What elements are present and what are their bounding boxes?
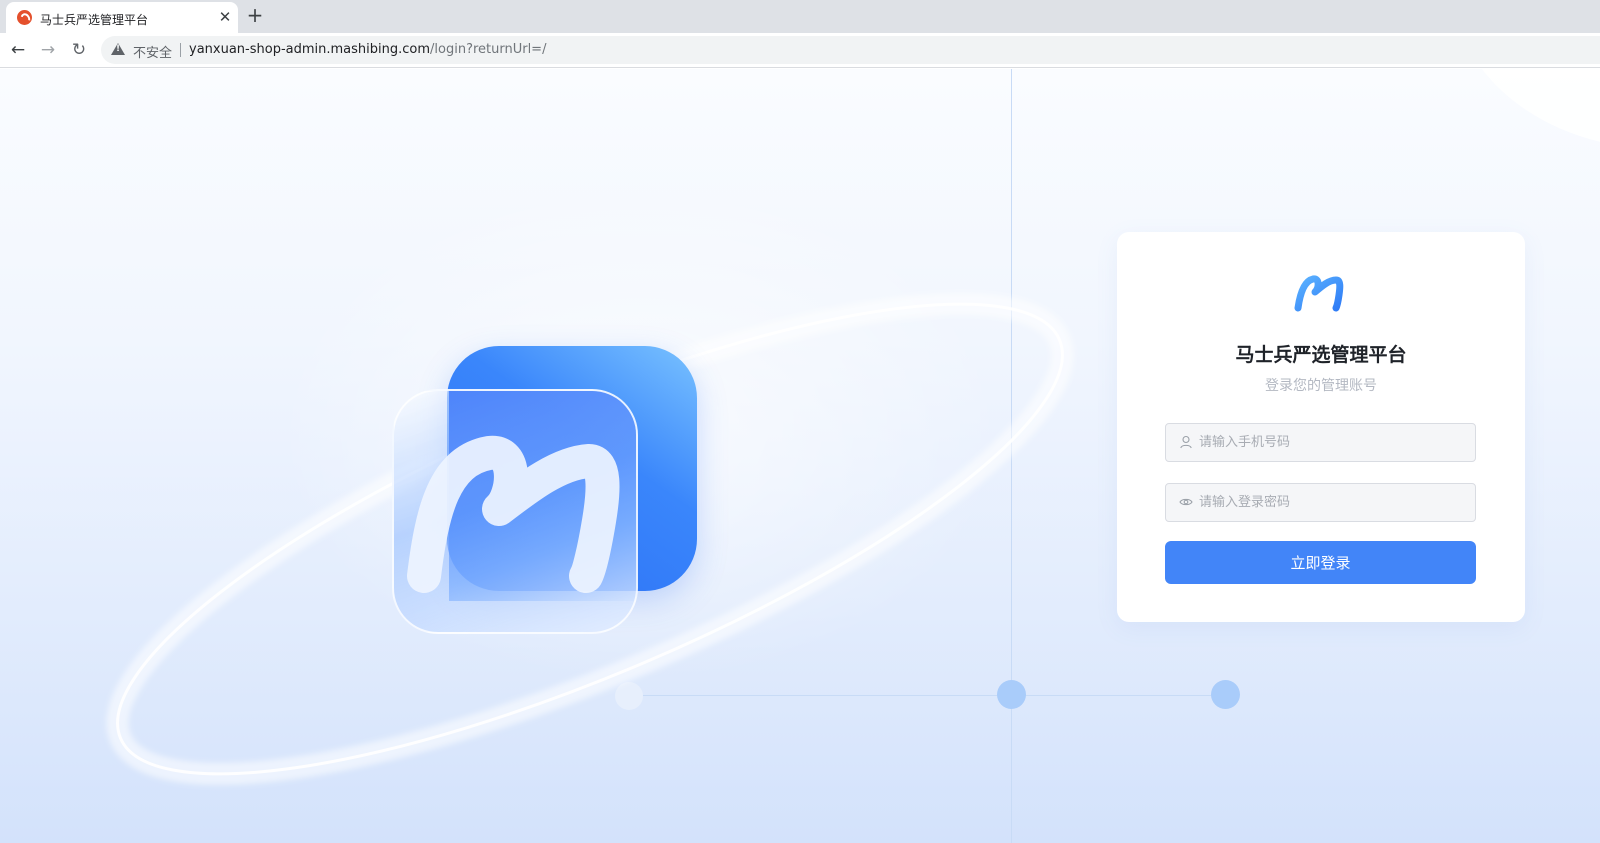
user-icon <box>1180 435 1192 449</box>
tab-title: 马士兵严选管理平台 <box>40 13 149 27</box>
login-title: 马士兵严选管理平台 <box>1235 344 1407 366</box>
reload-button[interactable]: ↻ <box>68 39 90 61</box>
url-host: yanxuan-shop-admin.mashibing.com <box>189 42 431 57</box>
phone-field[interactable] <box>1165 423 1476 462</box>
favicon-icon <box>17 10 32 25</box>
url-path: /login?returnUrl=/ <box>430 42 547 57</box>
new-tab-button[interactable]: + <box>245 5 265 25</box>
forward-button[interactable]: → <box>37 39 59 61</box>
login-subtitle: 登录您的管理账号 <box>1265 378 1377 394</box>
security-status[interactable]: 不安全 <box>133 42 172 61</box>
eye-icon <box>1179 498 1193 506</box>
login-button[interactable]: 立即登录 <box>1165 541 1476 584</box>
m-logo-icon <box>1294 275 1344 312</box>
password-field[interactable] <box>1165 483 1476 522</box>
phone-input[interactable] <box>1199 424 1469 461</box>
login-card: 马士兵严选管理平台 登录您的管理账号 立即登录 <box>1117 232 1525 622</box>
close-tab-icon[interactable]: ✕ <box>216 8 234 26</box>
back-button[interactable]: ← <box>7 39 29 61</box>
address-bar[interactable]: 不安全 yanxuan-shop-admin.mashibing.com/log… <box>101 36 1600 64</box>
url-text[interactable]: yanxuan-shop-admin.mashibing.com/login?r… <box>189 42 546 57</box>
password-input[interactable] <box>1199 484 1469 521</box>
login-page: 马士兵严选管理平台 登录您的管理账号 立即登录 <box>0 69 1600 843</box>
hero-logo-front-tile <box>392 389 638 634</box>
browser-tab-bar: 马士兵严选管理平台 ✕ + <box>0 0 1600 33</box>
address-divider <box>180 43 181 57</box>
browser-toolbar: ← → ↻ 不安全 yanxuan-shop-admin.mashibing.c… <box>0 33 1600 68</box>
warning-icon[interactable] <box>111 43 125 55</box>
browser-tab[interactable]: 马士兵严选管理平台 ✕ <box>6 2 238 33</box>
m-logo-icon <box>407 435 620 593</box>
